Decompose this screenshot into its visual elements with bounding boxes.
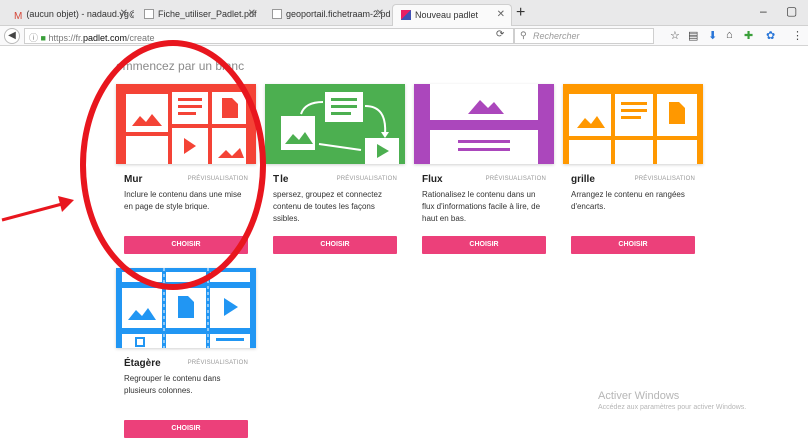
card-name: grille xyxy=(571,174,595,185)
card-name: Flux xyxy=(422,174,443,185)
search-placeholder: Rechercher xyxy=(533,31,580,41)
reload-icon[interactable]: ⟳ xyxy=(496,29,504,40)
card-name-rest: le xyxy=(280,174,289,185)
tab-label: Fiche_utiliser_Padlet.pdf xyxy=(158,9,257,19)
minimize-icon[interactable]: – xyxy=(760,4,767,18)
etagere-illustration xyxy=(122,268,250,348)
card-description: Arrangez le contenu en rangées d'encarts… xyxy=(571,190,685,211)
tab-geoportail[interactable]: geoportail.fichetraam-2.pdf ✕ xyxy=(264,4,390,26)
tab-label: geoportail.fichetraam-2.pdf xyxy=(286,9,390,19)
tab-nouveau-padlet[interactable]: Nouveau padlet ✕ xyxy=(392,4,512,26)
card-name: Étagère xyxy=(124,358,161,369)
tab-label: Nouveau padlet xyxy=(415,10,479,20)
url-path: /create xyxy=(127,33,155,43)
tab-fiche-padlet[interactable]: Fiche_utiliser_Padlet.pdf ✕ xyxy=(136,4,262,26)
new-tab-button[interactable]: + xyxy=(516,4,525,22)
card-grille[interactable]: grille PRÉVISUALISATION Arrangez le cont… xyxy=(563,84,703,254)
pdf-icon xyxy=(272,9,282,19)
choose-button[interactable]: CHOISIR xyxy=(422,236,546,254)
search-icon: ⚲ xyxy=(520,30,527,40)
close-icon[interactable]: ✕ xyxy=(497,9,505,20)
card-etagere[interactable]: Étagère PRÉVISUALISATION Regrouper le co… xyxy=(116,268,256,438)
bookmark-star-icon[interactable]: ☆ xyxy=(670,29,680,42)
grille-thumbnail xyxy=(563,84,703,164)
mur-illustration xyxy=(126,92,246,164)
toile-illustration xyxy=(281,92,399,164)
back-button[interactable]: ◀ xyxy=(4,28,20,44)
preview-link[interactable]: PRÉVISUALISATION xyxy=(486,176,546,182)
close-icon[interactable]: ✕ xyxy=(248,8,256,19)
home-icon[interactable]: ⌂ xyxy=(726,29,733,41)
url-input[interactable]: ⓘ ■ https://fr.padlet.com/create xyxy=(24,28,514,44)
gmail-icon: M xyxy=(14,11,23,22)
menu-icon[interactable]: ⋮ xyxy=(792,29,803,42)
windows-activation-watermark: Activer Windows Accédez aux paramètres p… xyxy=(598,390,746,411)
tab-gmail[interactable]: M (aucun objet) - nadaud.yg@ ✕ xyxy=(6,4,134,26)
info-icon: ⓘ xyxy=(29,33,39,43)
card-description: Regrouper le contenu dans plusieurs colo… xyxy=(124,374,221,395)
flux-thumbnail xyxy=(414,84,554,164)
watermark-subtitle: Accédez aux paramètres pour activer Wind… xyxy=(598,404,747,411)
card-name: Tle xyxy=(273,174,288,185)
flux-illustration xyxy=(414,84,554,164)
choose-button[interactable]: CHOISIR xyxy=(124,420,248,438)
close-icon[interactable]: ✕ xyxy=(120,8,128,19)
choose-button[interactable]: CHOISIR xyxy=(273,236,397,254)
tab-label: (aucun objet) - nadaud.yg@ xyxy=(26,9,134,19)
extension-icon[interactable]: ✚ xyxy=(744,29,753,42)
card-description: Inclure le contenu dans une mise en page… xyxy=(124,190,242,211)
download-icon[interactable]: ⬇ xyxy=(708,29,717,42)
navigation-bar: ◀ ⓘ ■ https://fr.padlet.com/create ⟳ ⚲ R… xyxy=(0,26,808,46)
url-host: padlet.com xyxy=(83,33,128,43)
preview-link[interactable]: PRÉVISUALISATION xyxy=(188,360,248,366)
grille-illustration xyxy=(569,94,697,164)
card-toile[interactable]: Tle PRÉVISUALISATION spersez, groupez et… xyxy=(265,84,405,254)
card-flux[interactable]: Flux PRÉVISUALISATION Rationalisez le co… xyxy=(414,84,554,254)
close-icon[interactable]: ✕ xyxy=(376,8,384,19)
page-heading: ommencez par un blanc xyxy=(116,59,245,73)
preview-link[interactable]: PRÉVISUALISATION xyxy=(337,176,397,182)
maximize-icon[interactable]: ▢ xyxy=(786,4,797,18)
watermark-title: Activer Windows xyxy=(598,390,680,402)
padlet-icon xyxy=(401,10,411,20)
choose-button[interactable]: CHOISIR xyxy=(124,236,248,254)
etagere-thumbnail xyxy=(116,268,256,348)
library-icon[interactable]: ▤ xyxy=(688,29,698,42)
toile-thumbnail xyxy=(265,84,405,164)
card-description: spersez, groupez et connectez contenu de… xyxy=(273,190,382,223)
search-input[interactable]: ⚲ Rechercher xyxy=(514,28,654,44)
card-mur[interactable]: Mur PRÉVISUALISATION Inclure le contenu … xyxy=(116,84,256,254)
mur-thumbnail xyxy=(116,84,256,164)
addon-icon[interactable]: ✿ xyxy=(766,29,775,42)
annotation-arrow xyxy=(1,196,74,222)
url-prefix: https://fr. xyxy=(48,33,83,43)
card-name-first: T xyxy=(273,174,280,185)
tab-bar: M (aucun objet) - nadaud.yg@ ✕ Fiche_util… xyxy=(0,0,808,26)
pdf-icon xyxy=(144,9,154,19)
choose-button[interactable]: CHOISIR xyxy=(571,236,695,254)
card-name: Mur xyxy=(124,174,143,185)
preview-link[interactable]: PRÉVISUALISATION xyxy=(188,176,248,182)
preview-link[interactable]: PRÉVISUALISATION xyxy=(635,176,695,182)
lock-icon: ■ xyxy=(40,33,46,43)
card-description: Rationalisez le contenu dans un flux d'i… xyxy=(422,190,541,223)
